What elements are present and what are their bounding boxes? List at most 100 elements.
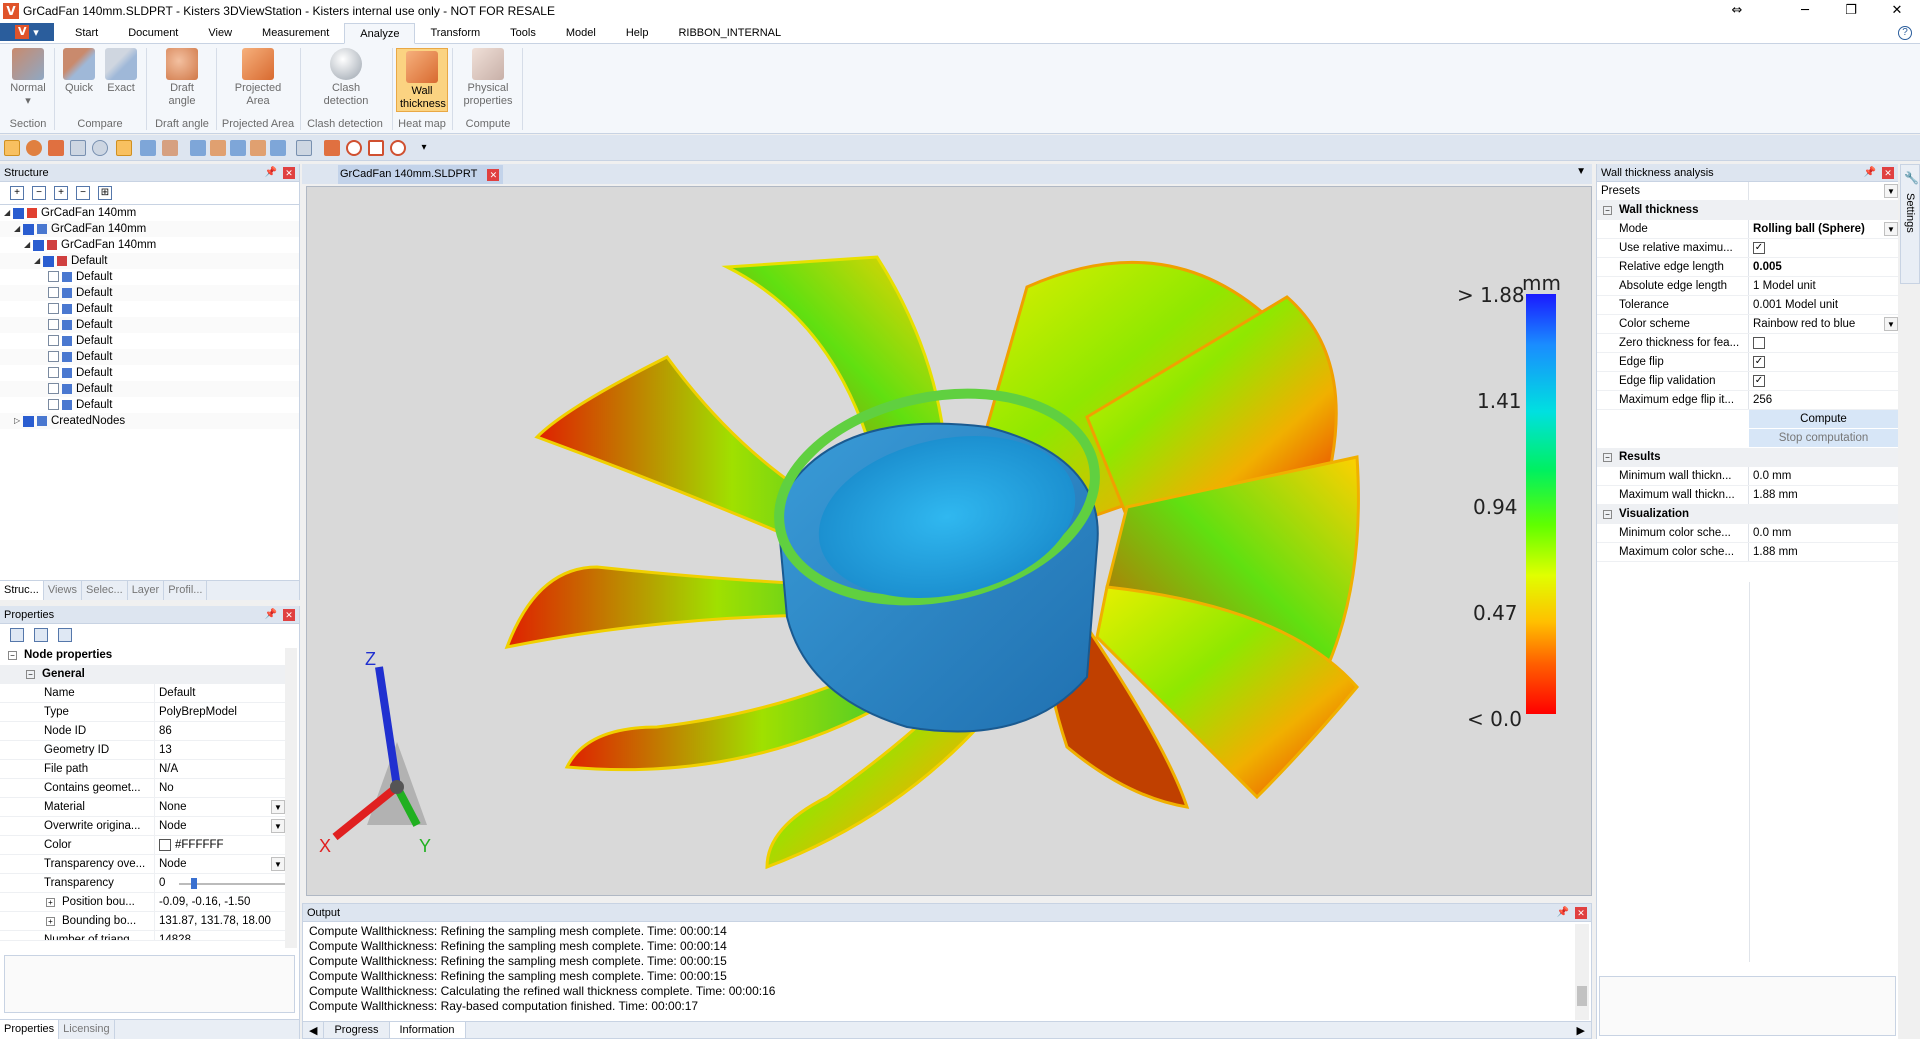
pan-icon[interactable] — [48, 140, 64, 156]
filter-icon[interactable] — [58, 628, 72, 642]
tab-measurement[interactable]: Measurement — [247, 23, 344, 43]
scrollbar-thumb[interactable] — [1577, 986, 1587, 1006]
collapse-arrow-icon[interactable]: ◢ — [34, 253, 43, 269]
property-row-file-path[interactable]: File path N/A — [0, 760, 285, 779]
tab-help[interactable]: Help — [611, 23, 664, 43]
edge-flip-row[interactable]: Edge flip ✓ — [1597, 353, 1898, 372]
tab-information[interactable]: Information — [389, 1022, 466, 1038]
tab-start[interactable]: Start — [60, 23, 113, 43]
collapse-icon[interactable]: − — [1603, 453, 1612, 462]
dropdown-arrow-icon[interactable]: ▼ — [271, 819, 285, 833]
tab-analyze[interactable]: Analyze — [344, 23, 416, 44]
expand-selected-icon[interactable]: + — [54, 186, 68, 200]
property-row-contains-geometry[interactable]: Contains geomet... No — [0, 779, 285, 798]
collapse-selected-icon[interactable]: − — [76, 186, 90, 200]
property-row-overwrite[interactable]: Overwrite origina... Node ▼ — [0, 817, 285, 836]
tree-options-icon[interactable]: ⊞ — [98, 186, 112, 200]
visibility-checkbox[interactable] — [13, 207, 24, 219]
visibility-checkbox[interactable] — [48, 399, 59, 411]
tree-node[interactable]: Default — [0, 381, 299, 397]
collapse-all-icon[interactable]: − — [32, 186, 46, 200]
tab-ribbon-internal[interactable]: RIBBON_INTERNAL — [663, 23, 796, 43]
visibility-checkbox[interactable] — [33, 239, 44, 251]
visibility-checkbox[interactable] — [48, 367, 59, 379]
view-front-icon[interactable] — [190, 140, 206, 156]
tree-node[interactable]: ◢ GrCadFan 140mm — [0, 205, 299, 221]
view-icon[interactable] — [162, 140, 178, 156]
view-iso-icon[interactable] — [296, 140, 312, 156]
visibility-checkbox[interactable] — [23, 223, 34, 235]
expand-all-icon[interactable]: + — [10, 186, 24, 200]
dropdown-arrow-icon[interactable]: ▼ — [1884, 317, 1898, 331]
tree-node[interactable]: Default — [0, 301, 299, 317]
maximize-button[interactable]: ❐ — [1828, 0, 1874, 22]
min-color-scheme-row[interactable]: Minimum color sche... 0.0 mm — [1597, 524, 1898, 543]
node-properties-section[interactable]: − Node properties — [0, 646, 285, 665]
pin-icon[interactable]: 📌 — [1864, 164, 1876, 182]
visibility-checkbox[interactable] — [43, 255, 54, 267]
scroll-left-icon[interactable]: ◀ — [303, 1022, 325, 1038]
projected-area-button[interactable]: Projected Area — [226, 48, 290, 108]
dropdown-arrow-icon[interactable]: ▼ — [1884, 222, 1898, 236]
property-row-transparency[interactable]: Transparency 0 — [0, 874, 285, 893]
ellipse-icon[interactable] — [390, 140, 406, 156]
pin-icon[interactable]: 📌 — [1557, 904, 1569, 922]
normal-section-button[interactable]: Normal ▾ — [6, 48, 50, 108]
close-window-button[interactable]: ✕ — [1874, 0, 1920, 22]
tab-layer[interactable]: Layer — [128, 581, 165, 600]
tab-model[interactable]: Model — [551, 23, 611, 43]
draft-angle-button[interactable]: Draft angle — [158, 48, 206, 108]
tab-tools[interactable]: Tools — [495, 23, 551, 43]
transparency-slider-thumb[interactable] — [191, 878, 197, 889]
tab-profiles[interactable]: Profil... — [164, 581, 208, 600]
property-row-bounding-box[interactable]: + Bounding bo... 131.87, 131.78, 18.00 — [0, 912, 285, 931]
color-swatch[interactable] — [159, 838, 171, 851]
scroll-right-icon[interactable]: ▶ — [1571, 1022, 1591, 1038]
visibility-checkbox[interactable] — [48, 319, 59, 331]
edge-flip-checkbox[interactable]: ✓ — [1753, 355, 1765, 368]
tab-progress[interactable]: Progress — [324, 1022, 390, 1038]
expand-arrow-icon[interactable]: ▷ — [14, 413, 23, 429]
general-section[interactable]: − General — [0, 665, 285, 684]
clash-detection-button[interactable]: Clash detection — [306, 48, 386, 108]
presets-row[interactable]: Presets ▼ — [1597, 182, 1898, 201]
view-left-icon[interactable] — [230, 140, 246, 156]
tab-view[interactable]: View — [193, 23, 247, 43]
property-row-node-id[interactable]: Node ID 86 — [0, 722, 285, 741]
wall-thickness-section[interactable]: − Wall thickness — [1597, 201, 1898, 220]
exact-compare-button[interactable]: Exact — [102, 48, 140, 95]
property-row-position-bounds[interactable]: + Position bou... -0.09, -0.16, -1.50 — [0, 893, 285, 912]
property-row-geometry-id[interactable]: Geometry ID 13 — [0, 741, 285, 760]
dropdown-arrow-icon[interactable]: ▼ — [1884, 184, 1898, 198]
view-back-icon[interactable] — [210, 140, 226, 156]
tab-licensing[interactable]: Licensing — [59, 1020, 115, 1039]
tree-node[interactable]: Default — [0, 397, 299, 413]
property-row-color[interactable]: Color #FFFFFF — [0, 836, 285, 855]
collapse-arrow-icon[interactable]: ◢ — [4, 205, 13, 221]
restore-arrows-icon[interactable]: ⇔ — [1714, 0, 1760, 22]
collapse-icon[interactable]: − — [26, 670, 35, 679]
help-icon[interactable]: ? — [1898, 26, 1912, 40]
tab-transform[interactable]: Transform — [415, 23, 495, 43]
minimize-button[interactable]: ─ — [1782, 0, 1828, 22]
fan-model[interactable]: Z X Y — [307, 187, 1592, 896]
visibility-checkbox[interactable] — [48, 351, 59, 363]
tree-node[interactable]: Default — [0, 333, 299, 349]
collapse-icon[interactable]: − — [8, 651, 17, 660]
collapse-arrow-icon[interactable]: ◢ — [24, 237, 33, 253]
property-row-material[interactable]: Material None ▼ — [0, 798, 285, 817]
property-row-transparency-override[interactable]: Transparency ove... Node ▼ — [0, 855, 285, 874]
zoom-box-icon[interactable] — [70, 140, 86, 156]
tree-node[interactable]: Default — [0, 285, 299, 301]
collapse-icon[interactable]: − — [1603, 510, 1612, 519]
3d-viewport[interactable]: Z X Y mm > 1.88 1.41 0.94 0.47 < 0.0 — [306, 186, 1592, 896]
tab-selections[interactable]: Selec... — [82, 581, 128, 600]
relative-edge-length-row[interactable]: Relative edge length 0.005 — [1597, 258, 1898, 277]
pin-icon[interactable]: 📌 — [265, 606, 277, 624]
property-row-triangles[interactable]: Number of triang... 14828 — [0, 931, 285, 941]
stop-computation-button[interactable]: Stop computation — [1749, 429, 1898, 448]
markup-icon[interactable] — [324, 140, 340, 156]
use-relative-checkbox[interactable]: ✓ — [1753, 241, 1765, 254]
tab-properties[interactable]: Properties — [0, 1020, 60, 1039]
app-menu-button[interactable]: V ▾ — [0, 23, 54, 41]
